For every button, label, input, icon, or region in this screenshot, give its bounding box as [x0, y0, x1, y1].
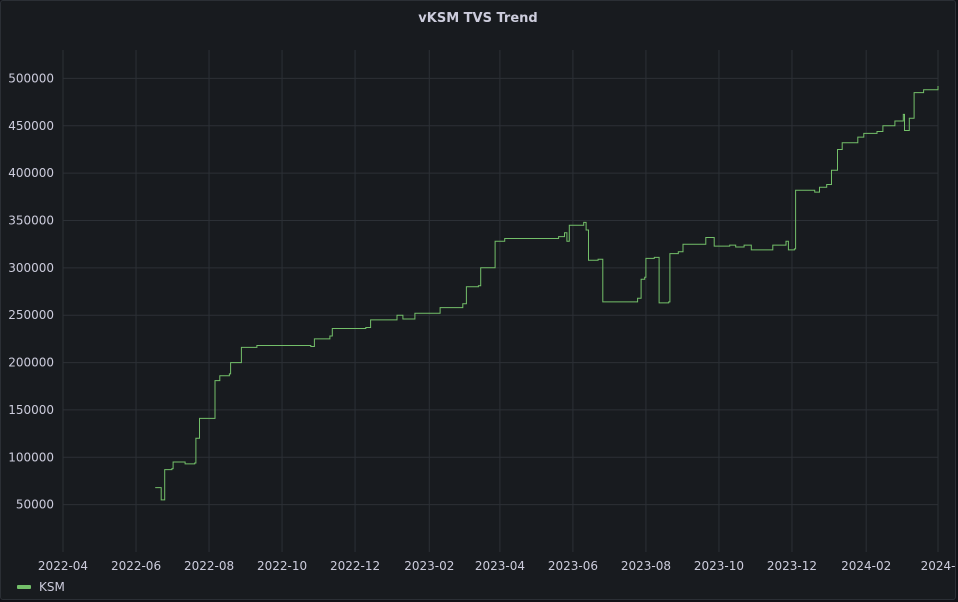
x-tick-label: 2022-10: [257, 559, 307, 573]
x-tick-label: 2022-08: [184, 559, 234, 573]
x-tick-label: 2024-02: [841, 559, 891, 573]
y-tick-label: 250000: [8, 308, 54, 322]
y-tick-label: 450000: [8, 119, 54, 133]
x-tick-label: 2022-12: [330, 559, 380, 573]
legend[interactable]: KSM: [17, 580, 65, 594]
x-tick-label: 2023-12: [767, 559, 817, 573]
y-tick-label: 500000: [8, 71, 54, 85]
x-tick-label: 2023-10: [694, 559, 744, 573]
y-tick-label: 150000: [8, 403, 54, 417]
y-tick-label: 100000: [8, 450, 54, 464]
legend-label-ksm[interactable]: KSM: [39, 580, 65, 594]
series-line-ksm: [155, 86, 939, 501]
x-tick-label: 2024-: [921, 559, 956, 573]
y-tick-label: 400000: [8, 166, 54, 180]
x-tick-label: 2023-02: [404, 559, 454, 573]
y-tick-label: 50000: [16, 498, 54, 512]
y-tick-label: 300000: [8, 261, 54, 275]
y-tick-label: 350000: [8, 213, 54, 227]
legend-swatch: [17, 585, 31, 589]
x-tick-label: 2023-06: [548, 559, 598, 573]
x-tick-label: 2022-06: [111, 559, 161, 573]
line-chart: 50000 100000 150000 200000 250000 300000 35000…: [8, 50, 956, 573]
x-tick-label: 2023-08: [621, 559, 671, 573]
y-tick-label: 200000: [8, 356, 54, 370]
x-tick-label: 2023-04: [475, 559, 525, 573]
x-tick-label: 2022-04: [38, 559, 88, 573]
